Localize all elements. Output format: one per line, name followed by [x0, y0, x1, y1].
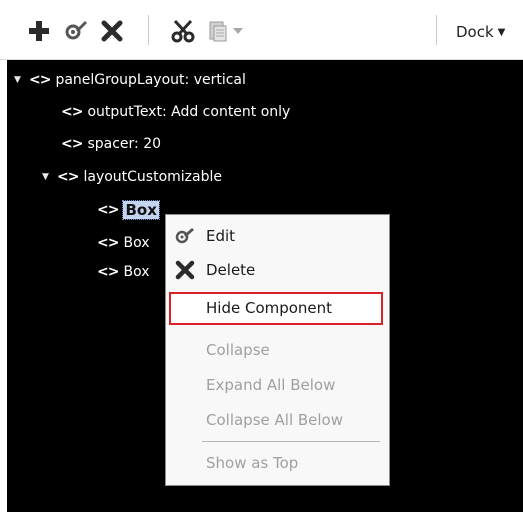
component-palette-window: Dock ▼ ▼ <> panelGroupLayout: vertical <…: [0, 0, 523, 512]
tree-node[interactable]: <> Box: [97, 232, 150, 254]
tag-icon: <>: [61, 136, 83, 152]
tag-icon: <>: [97, 264, 119, 280]
tag-icon: <>: [57, 169, 79, 185]
expand-triangle-icon[interactable]: ▼: [14, 75, 24, 85]
menu-item-collapse-all-below[interactable]: Collapse All Below: [166, 405, 389, 435]
add-icon: [29, 21, 49, 41]
menu-separator: [202, 441, 380, 442]
menu-item-label: Collapse: [206, 341, 270, 359]
paste-icon: [209, 21, 227, 42]
tag-icon: <>: [61, 104, 83, 120]
tree-node-root[interactable]: ▼ <> panelGroupLayout: vertical: [14, 69, 246, 91]
toolbar: Dock ▼: [0, 0, 523, 60]
tree-node-label: spacer: 20: [87, 136, 162, 152]
dropdown-arrow-icon: [233, 28, 243, 34]
dock-menu-button[interactable]: Dock ▼: [456, 20, 505, 44]
delete-button[interactable]: [99, 18, 125, 44]
tree-node-label: Box: [123, 235, 150, 251]
menu-item-label: Collapse All Below: [206, 411, 344, 429]
expand-triangle-icon[interactable]: ▼: [42, 172, 52, 182]
toolbar-separator: [436, 15, 437, 45]
menu-item-label: Show as Top: [206, 454, 299, 472]
menu-item-collapse[interactable]: Collapse: [166, 335, 389, 365]
tree-node[interactable]: <> spacer: 20: [61, 133, 161, 155]
tree-node[interactable]: ▼ <> layoutCustomizable: [42, 166, 222, 188]
tree-node-label: layoutCustomizable: [83, 169, 222, 185]
menu-item-edit[interactable]: Edit: [166, 221, 389, 251]
edit-button[interactable]: [62, 18, 88, 44]
toolbar-separator: [148, 15, 149, 45]
tag-icon: <>: [29, 72, 51, 88]
tag-icon: <>: [97, 202, 119, 218]
menu-item-label: Edit: [206, 227, 236, 245]
edit-icon: [65, 21, 87, 40]
delete-icon: [174, 260, 196, 280]
dock-label: Dock: [456, 23, 494, 41]
tree-node-label: outputText: Add content only: [87, 104, 291, 120]
menu-item-label: Delete: [206, 261, 256, 279]
tree-node-label: panelGroupLayout: vertical: [55, 72, 246, 88]
chevron-down-icon: ▼: [497, 26, 506, 38]
menu-item-label: Hide Component: [206, 299, 333, 317]
menu-item-show-as-top[interactable]: Show as Top: [166, 448, 389, 478]
paste-dropdown-button[interactable]: [228, 18, 248, 44]
menu-item-delete[interactable]: Delete: [166, 255, 389, 285]
add-button[interactable]: [26, 18, 52, 44]
tag-icon: <>: [97, 235, 119, 251]
menu-item-label: Expand All Below: [206, 376, 336, 394]
tree-node[interactable]: <> Box: [97, 261, 150, 283]
cut-button[interactable]: [170, 18, 196, 44]
tree-node-label: Box: [123, 264, 150, 280]
menu-item-hide-component[interactable]: Hide Component: [166, 293, 389, 323]
edit-icon: [174, 226, 196, 246]
context-menu: Edit Delete Hide Component Collapse Expa…: [165, 214, 390, 486]
delete-icon: [101, 20, 123, 42]
tree-node[interactable]: <> outputText: Add content only: [61, 101, 290, 123]
cut-icon: [171, 19, 195, 43]
tree-node-label: Box: [122, 200, 160, 220]
menu-item-expand-all-below[interactable]: Expand All Below: [166, 370, 389, 400]
tree-node-selected[interactable]: <> Box: [97, 199, 160, 221]
